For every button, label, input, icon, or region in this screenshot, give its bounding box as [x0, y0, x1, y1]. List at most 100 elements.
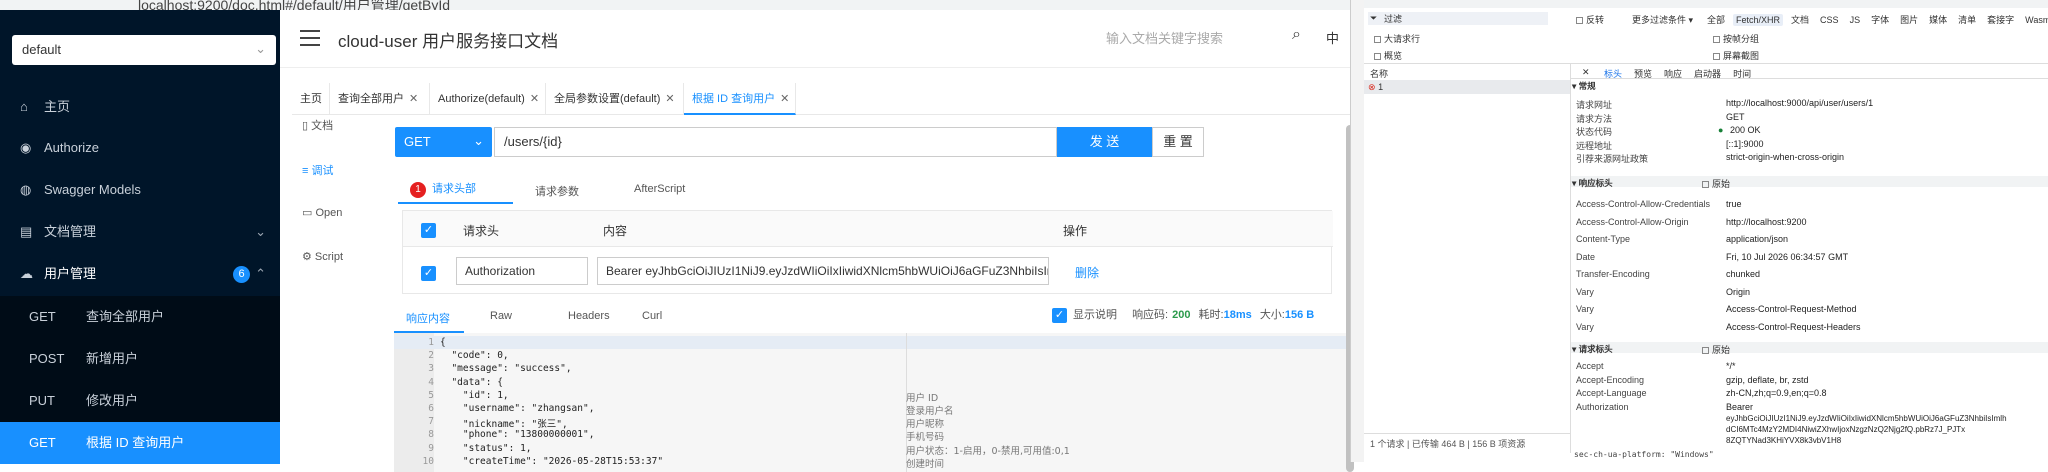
chevron-down-icon: ⌄	[255, 41, 266, 56]
api-item-get-all[interactable]: GET 查询全部用户	[0, 296, 280, 338]
search-input[interactable]: 输入文档关键字搜索	[1106, 28, 1256, 47]
close-detail-icon[interactable]: ✕	[1582, 67, 1590, 78]
select-all-checkbox[interactable]: ✓	[421, 223, 436, 238]
close-icon[interactable]: ✕	[409, 93, 418, 105]
col-name-header: 请求头	[463, 224, 500, 238]
group-select[interactable]: default ⌄	[12, 35, 276, 65]
col-op-header: 操作	[1063, 224, 1088, 238]
row-checkbox[interactable]: ✓	[421, 266, 436, 281]
type-filter-8[interactable]: 清单	[1955, 12, 1979, 27]
type-filter-4[interactable]: JS	[1847, 14, 1864, 26]
tab-raw[interactable]: Raw	[490, 310, 512, 322]
sidebar-item-user-manage[interactable]: ☁ 用户管理 6 ⌃	[0, 254, 280, 294]
field-description: 手机号码	[906, 432, 945, 444]
tab-after-script[interactable]: AfterScript	[634, 183, 685, 195]
sidebar-item-doc-manage[interactable]: ▤ 文档管理 ⌄	[0, 212, 280, 252]
sidebar-item-home[interactable]: ⌂ 主页	[0, 87, 280, 127]
filter-icon: ⏷	[1370, 13, 1378, 23]
browser-address-bar[interactable]: localhost:9200/doc.html#/default/用户管理/ge…	[0, 0, 1350, 10]
filter-input[interactable]: 过滤	[1368, 12, 1548, 25]
overview-label: 概览	[1384, 51, 1403, 61]
header-name-input[interactable]: Authorization	[456, 257, 588, 285]
raw-checkbox[interactable]: 原始	[1702, 177, 1730, 190]
page-title: cloud-user 用户服务接口文档	[338, 32, 559, 51]
api-item-put[interactable]: PUT 修改用户	[0, 380, 280, 422]
header-value: Access-Control-Request-Method	[1726, 304, 1857, 314]
language-toggle[interactable]: 中	[1326, 28, 1339, 47]
invert-checkbox[interactable]: 反转	[1576, 13, 1604, 26]
type-filter-9[interactable]: 套接字	[1984, 12, 2017, 27]
close-icon[interactable]: ✕	[665, 93, 674, 105]
request-row[interactable]: ⊗ 1	[1368, 82, 1383, 93]
line-number: 9	[428, 442, 434, 454]
more-filters-dropdown[interactable]: 更多过滤条件 ▾	[1632, 13, 1693, 26]
home-icon: ⌂	[20, 99, 28, 114]
tab-curl[interactable]: Curl	[642, 310, 662, 322]
method-label: GET	[29, 435, 56, 450]
header-value: true	[1726, 199, 1742, 209]
section-general[interactable]: ▾ 常规	[1572, 80, 1596, 92]
screenshot-checkbox[interactable]: 屏幕截图	[1713, 49, 1759, 62]
response-code-view[interactable]: 1 {2 "code": 0, 3 "message": "success", 4 "…	[394, 333, 1350, 472]
api-item-get-by-id[interactable]: GET 根据 ID 查询用户	[0, 422, 280, 464]
header-key: 引荐来源网址政策	[1576, 154, 1649, 164]
tab-response-body[interactable]: 响应内容	[406, 310, 450, 326]
reset-button[interactable]: 重 置	[1152, 127, 1204, 157]
header-key: Content-Type	[1576, 234, 1631, 244]
type-filter-10[interactable]: Wasm	[2022, 14, 2048, 26]
sidebar-item-label: Authorize	[44, 140, 99, 155]
menu-icon[interactable]	[300, 30, 320, 51]
elapsed-time: 18ms	[1223, 309, 1252, 321]
tab-global-params[interactable]: 全局参数设置(default) ✕	[546, 83, 684, 115]
chevron-up-icon: ⌃	[255, 266, 266, 281]
api-item-post[interactable]: POST 新增用户	[0, 338, 280, 380]
path-input[interactable]: /users/{id}	[494, 127, 1057, 157]
header-value-input[interactable]: Bearer eyJhbGciOiJIUzI1NiJ9.eyJzdWIiOiIx…	[597, 257, 1049, 285]
show-desc-checkbox[interactable]: ✓	[1052, 308, 1067, 323]
tab-request-params[interactable]: 请求参数	[535, 183, 579, 199]
tab-get-by-id[interactable]: 根据 ID 查询用户 ✕	[684, 83, 796, 115]
close-icon[interactable]: ✕	[780, 93, 789, 105]
sidebar-item-label: 主页	[44, 99, 71, 114]
section-request-headers[interactable]: ▾ 请求标头	[1572, 343, 1613, 355]
group-frame-checkbox[interactable]: 按帧分组	[1713, 32, 1759, 45]
models-icon: ◍	[20, 182, 32, 197]
header-key: Vary	[1576, 321, 1594, 332]
raw-label: 原始	[1712, 345, 1731, 355]
left-tab-doc[interactable]: ▯ 文档	[302, 117, 333, 133]
section-response-headers[interactable]: ▾ 响应标头	[1572, 177, 1613, 189]
search-icon[interactable]: ⌕	[1292, 26, 1301, 44]
type-filter-7[interactable]: 媒体	[1926, 12, 1950, 27]
left-tab-open[interactable]: ▭ Open	[302, 206, 342, 219]
raw-checkbox[interactable]: 原始	[1702, 343, 1730, 356]
left-tab-script[interactable]: ⚙ Script	[302, 250, 343, 263]
tab-headers[interactable]: Headers	[568, 310, 610, 322]
screenshot-label: 屏幕截图	[1723, 51, 1760, 61]
type-filter-6[interactable]: 图片	[1897, 12, 1921, 27]
tab-request-headers[interactable]: 1 请求头部	[410, 180, 476, 198]
left-tab-debug[interactable]: ≡ 调试	[302, 162, 333, 178]
delete-link[interactable]: 删除	[1075, 264, 1099, 281]
type-filter-3[interactable]: CSS	[1817, 14, 1842, 26]
sidebar-item-swagger-models[interactable]: ◍ Swagger Models	[0, 170, 280, 210]
type-filter-5[interactable]: 字体	[1868, 12, 1892, 27]
code-line: "createTime": "2026-05-28T15:53:37"	[440, 455, 664, 467]
tab-authorize[interactable]: Authorize(default) ✕	[430, 83, 546, 115]
send-button[interactable]: 发 送	[1057, 127, 1152, 157]
type-filter-2[interactable]: 文档	[1788, 12, 1812, 27]
type-filter-bar: 全部Fetch/XHR文档CSSJS字体图片媒体清单套接字Wasm其他	[1704, 12, 2048, 27]
tab-home[interactable]: 主页	[292, 83, 330, 115]
field-description: 用户 ID	[906, 392, 939, 404]
method-select[interactable]: GET ⌄	[395, 127, 492, 157]
tab-get-all[interactable]: 查询全部用户 ✕	[330, 83, 430, 115]
close-icon[interactable]: ✕	[530, 93, 539, 105]
type-filter-0[interactable]: 全部	[1704, 12, 1728, 27]
overview-checkbox[interactable]: 概览	[1374, 49, 1402, 62]
tab-label: 查询全部用户	[338, 93, 404, 105]
large-rows-checkbox[interactable]: 大请求行	[1374, 32, 1420, 45]
type-filter-1[interactable]: Fetch/XHR	[1733, 14, 1784, 26]
api-name: 查询全部用户	[86, 309, 165, 324]
file-icon: ▭	[302, 207, 316, 219]
sidebar-item-label: 用户管理	[44, 266, 97, 281]
sidebar-item-authorize[interactable]: ◉ Authorize	[0, 128, 280, 168]
